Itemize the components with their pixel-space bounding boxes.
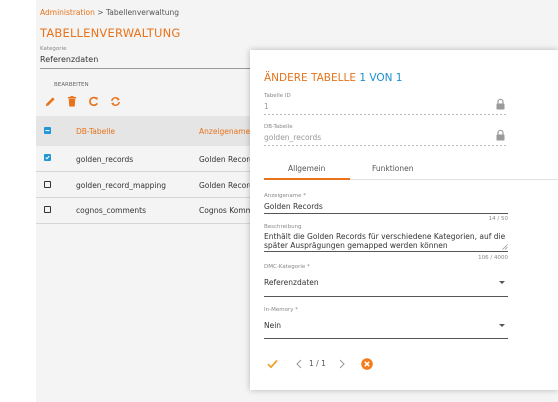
pencil-icon[interactable] <box>44 95 56 107</box>
row-checkbox[interactable] <box>44 154 51 161</box>
resize-handle-icon[interactable] <box>502 244 508 250</box>
kategorie-select[interactable]: Referenzdaten <box>40 55 98 64</box>
chevron-down-icon[interactable] <box>499 281 505 284</box>
dialog-title-text: ÄNDERE TABELLE <box>264 72 356 84</box>
anzeigename-input[interactable]: Golden Records <box>264 202 323 211</box>
confirm-check-icon[interactable] <box>267 359 278 369</box>
dialog-title: ÄNDERE TABELLE 1 VON 1 <box>264 72 402 84</box>
cell-db-tabelle: golden_record_mapping <box>76 181 167 190</box>
sync-icon[interactable] <box>109 95 121 107</box>
row-checkbox[interactable] <box>44 206 51 213</box>
anzeigename-label: Anzeigename * <box>264 193 307 199</box>
in-memory-label: In-Memory * <box>264 307 298 313</box>
column-header-anzeigename[interactable]: Anzeigename <box>199 127 250 136</box>
tab-funktionen[interactable]: Funktionen <box>372 164 414 173</box>
anzeigename-underline <box>264 213 508 214</box>
cell-db-tabelle: golden_records <box>76 155 134 164</box>
lock-icon <box>496 98 505 110</box>
cell-db-tabelle: cognos_comments <box>76 206 147 215</box>
anzeigename-counter: 14 / 50 <box>488 216 508 222</box>
tabelle-id-field: 1 <box>264 102 269 111</box>
breadcrumb: Administration > Tabellenverwaltung <box>40 8 179 17</box>
in-memory-underline <box>264 338 508 339</box>
row-checkbox[interactable] <box>44 181 51 188</box>
beschreibung-counter: 106 / 4000 <box>478 255 508 261</box>
breadcrumb-separator: > <box>97 8 104 17</box>
chevron-left-icon[interactable] <box>296 359 302 369</box>
edit-table-dialog: ÄNDERE TABELLE 1 VON 1 Tabelle ID 1 DB-T… <box>250 50 558 390</box>
kategorie-label: Kategorie <box>40 46 67 52</box>
breadcrumb-current: Tabellenverwaltung <box>105 8 179 17</box>
toolbar-label: BEARBEITEN <box>54 82 89 88</box>
chevron-down-icon[interactable] <box>499 324 505 327</box>
breadcrumb-link-administration[interactable]: Administration <box>40 8 95 17</box>
active-tab-indicator <box>264 178 350 180</box>
cancel-circle-icon[interactable] <box>361 358 373 370</box>
dmc-kategorie-underline <box>264 296 508 297</box>
beschreibung-textarea[interactable]: Enthält die Golden Records für verschied… <box>264 232 508 250</box>
tab-allgemein[interactable]: Allgemein <box>288 164 325 173</box>
beschreibung-underline <box>264 251 508 252</box>
tabelle-id-label: Tabelle ID <box>264 93 291 99</box>
trash-icon[interactable] <box>66 95 78 107</box>
in-memory-select[interactable]: Nein <box>264 321 281 330</box>
pager-text: 1 / 1 <box>309 359 326 368</box>
db-tabelle-underline <box>264 145 508 146</box>
dialog-record-count: 1 VON 1 <box>359 72 403 84</box>
dmc-kategorie-label: DMC-Kategorie * <box>264 264 310 270</box>
select-all-checkbox[interactable] <box>44 127 51 134</box>
refresh-icon[interactable] <box>87 95 99 107</box>
db-tabelle-label: DB-Tabelle <box>264 124 293 130</box>
lock-icon <box>496 129 505 141</box>
column-header-db-tabelle[interactable]: DB-Tabelle <box>76 127 115 136</box>
tabelle-id-underline <box>264 114 508 115</box>
dmc-kategorie-select[interactable]: Referenzdaten <box>264 278 319 287</box>
kategorie-underline <box>40 68 285 69</box>
page-title: TABELLENVERWALTUNG <box>40 26 181 40</box>
beschreibung-label: Beschreibung <box>264 224 302 230</box>
chevron-right-icon[interactable] <box>339 359 345 369</box>
db-tabelle-field: golden_records <box>264 133 322 142</box>
